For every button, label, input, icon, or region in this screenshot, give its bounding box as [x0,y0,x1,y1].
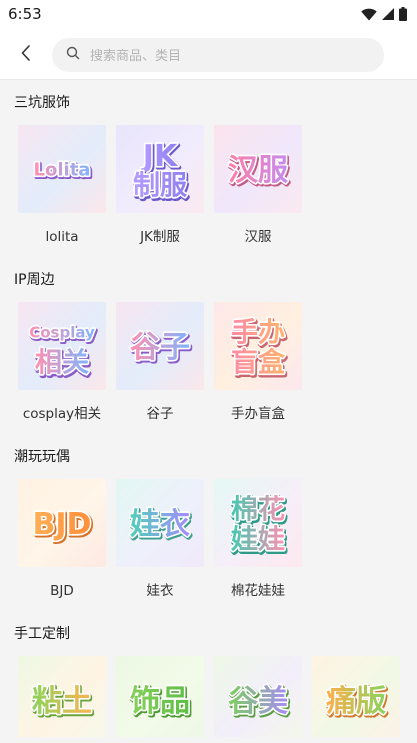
search-placeholder: 搜索商品、类目 [90,49,182,64]
category-label: 娃衣 [146,583,174,599]
tile-artwork-text: 汉服 [228,153,289,188]
category-image[interactable]: 汉服 汉服 [214,125,302,213]
tile-artwork-text: 手办 [231,318,285,349]
category-label: BJD [50,583,74,599]
tile-artwork-text: 棉花 [231,495,285,526]
tile-artwork: 痛版痛版 [312,656,400,743]
section-title: 潮玩玩偶 [14,449,70,465]
category-item[interactable]: Cosplay Cosplay 相关 相关 cosplay相关 [18,302,106,424]
tile-artwork-text: 谷美 [228,684,288,719]
category-label: 汉服 [244,229,272,245]
tile-artwork: 棉花棉花娃娃娃娃 [214,479,302,567]
tile-artwork-text: 饰品 [130,684,190,719]
category-image[interactable]: 谷美 谷美 [214,656,302,743]
tile-artwork-text: 制服 [133,171,188,202]
section-title: IP周边 [14,272,55,288]
category-label: JK制服 [140,229,180,245]
category-list: 三坑服饰 Lolita Lolita lolita JK JK 制服 制服 JK制服 汉服汉… [0,80,417,743]
category-section: 三坑服饰 Lolita Lolita lolita JK JK 制服 制服 JK制服 汉服汉… [0,80,417,247]
category-image[interactable]: 谷子 谷子 [116,302,204,390]
tile-artwork-text: 娃衣 [130,507,190,542]
tile-artwork: LolitaLolita [18,125,106,213]
back-button[interactable] [6,35,46,75]
category-image[interactable]: 饰品 饰品 [116,656,204,743]
tile-artwork-text: BJD [33,507,92,542]
tile-artwork-text: Cosplay [29,323,95,341]
category-item[interactable]: 棉花 棉花 娃娃 娃娃 棉花娃娃 [214,479,302,601]
category-item[interactable]: 手办 手办 盲盒 盲盒 手办盲盒 [214,302,302,424]
category-label: 手办盲盒 [231,406,285,422]
category-item[interactable]: 娃衣 娃衣 娃衣 [116,479,204,601]
category-item[interactable]: 汉服 汉服 汉服 [214,125,302,247]
tile-artwork: 粘土粘土 [18,656,106,743]
category-image[interactable]: 手办 手办 盲盒 盲盒 [214,302,302,390]
category-label: 棉花娃娃 [231,583,285,599]
tile-artwork: 手办手办盲盒盲盒 [214,302,302,390]
tile-artwork: 汉服汉服 [214,125,302,213]
tile-artwork-text: JK [141,139,179,174]
category-image[interactable]: 娃衣 娃衣 [116,479,204,567]
category-item[interactable]: 痛版 痛版 [312,656,400,743]
category-grid: Lolita Lolita lolita JK JK 制服 制服 JK制服 汉服 汉服 汉服 [0,125,417,247]
tile-artwork-text: 相关 [35,348,89,379]
category-image[interactable]: 粘土 粘土 [18,656,106,743]
tile-artwork-text: 娃娃 [231,525,285,556]
category-section: 潮玩玩偶 BJD BJD BJD 娃衣 娃衣 娃衣 棉花 棉花 娃娃 娃娃 棉花娃娃 [0,424,417,601]
status-icons [361,6,407,25]
category-label: lolita [45,229,79,245]
chevron-left-icon [20,44,32,66]
tile-artwork: 谷美谷美 [214,656,302,743]
tile-artwork: 饰品饰品 [116,656,204,743]
category-image[interactable]: 痛版 痛版 [312,656,400,743]
category-image[interactable]: JK JK 制服 制服 [116,125,204,213]
search-input[interactable]: 搜索商品、类目 [52,37,384,72]
tile-artwork-text: 盲盒 [231,347,286,379]
tile-artwork-text: Lolita [34,159,91,180]
tile-artwork: CosplayCosplay相关相关 [18,302,106,390]
category-item[interactable]: 粘土 粘土 [18,656,106,743]
top-bar: 搜索商品、类目 [0,30,417,80]
category-item[interactable]: JK JK 制服 制服 JK制服 [116,125,204,247]
category-grid: BJD BJD BJD 娃衣 娃衣 娃衣 棉花 棉花 娃娃 娃娃 棉花娃娃 [0,479,417,601]
tile-artwork: BJDBJD [18,479,106,567]
tile-artwork: JKJK制服制服 [116,125,204,213]
section-title: 三坑服饰 [14,95,70,111]
category-image[interactable]: Cosplay Cosplay 相关 相关 [18,302,106,390]
section-title: 手工定制 [14,626,70,642]
category-image[interactable]: BJD BJD [18,479,106,567]
category-grid: 粘土 粘土 饰品 饰品 谷美 谷美 痛版 痛版 [0,656,417,743]
gesture-area [0,737,417,743]
category-item[interactable]: BJD BJD BJD [18,479,106,601]
category-item[interactable]: 谷美 谷美 [214,656,302,743]
category-item[interactable]: Lolita Lolita lolita [18,125,106,247]
wifi-icon [361,6,377,25]
category-grid: Cosplay Cosplay 相关 相关 cosplay相关 谷子 谷子 谷子 手办 手办盲… [0,302,417,424]
category-item[interactable]: 谷子 谷子 谷子 [116,302,204,424]
category-label: cosplay相关 [22,406,102,422]
category-image[interactable]: Lolita Lolita [18,125,106,213]
status-time: 6:53 [8,5,42,23]
signal-icon [381,6,395,25]
battery-icon [399,6,407,25]
category-image[interactable]: 棉花 棉花 娃娃 娃娃 [214,479,302,567]
tile-artwork: 娃衣娃衣 [116,479,204,567]
screen: 6:53 搜索商品、类目 三坑服饰 Lolita Lolita lolita J… [0,0,417,743]
tile-artwork-text: 粘土 [32,684,92,719]
tile-artwork-text: 谷子 [130,330,190,365]
tile-artwork: 谷子谷子 [116,302,204,390]
category-section: IP周边 Cosplay Cosplay 相关 相关 cosplay相关 谷子 谷子 谷子 … [0,247,417,424]
category-label: 谷子 [146,406,174,422]
category-section: 手工定制 粘土 粘土 饰品 饰品 谷美 谷美 痛版 痛版 [0,601,417,743]
category-item[interactable]: 饰品 饰品 [116,656,204,743]
status-bar: 6:53 [0,0,417,30]
tile-artwork-text: 痛版 [326,684,386,719]
search-icon [66,45,80,64]
